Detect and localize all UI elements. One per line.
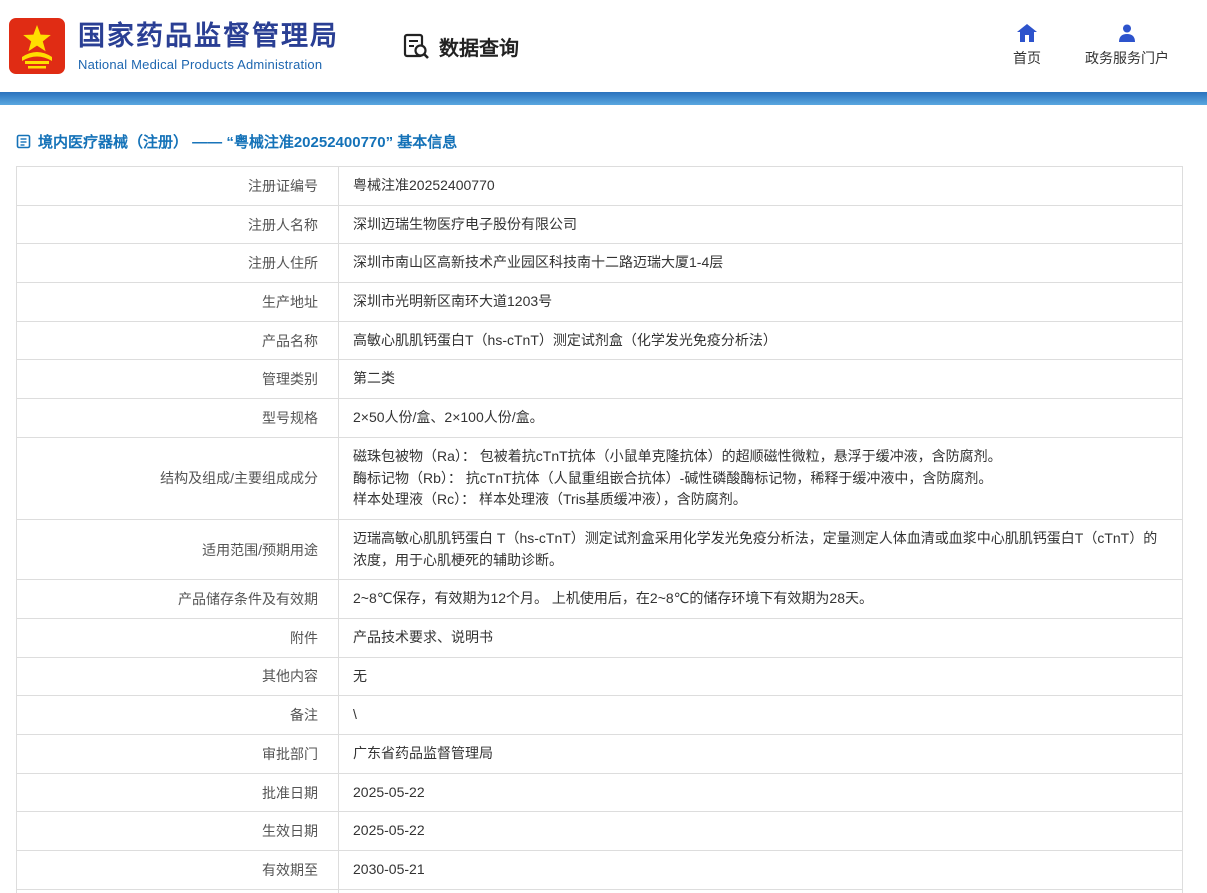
row-value: 深圳市南山区高新技术产业园区科技南十二路迈瑞大厦1-4层 (338, 243, 1183, 284)
registration-info-table: 注册证编号 粤械注准20252400770 注册人名称 深圳迈瑞生物医疗电子股份… (16, 166, 1183, 893)
brand-text: 国家药品监督管理局 National Medical Products Admi… (78, 20, 339, 71)
row-value: 高敏心肌肌钙蛋白T（hs-cTnT）测定试剂盒（化学发光免疫分析法） (338, 320, 1183, 361)
table-row: 注册人名称 深圳迈瑞生物医疗电子股份有限公司 (16, 204, 1183, 245)
row-value: 磁珠包被物（Ra）： 包被着抗cTnT抗体（小鼠单克隆抗体）的超顺磁性微粒，悬浮… (338, 436, 1183, 520)
table-row: 结构及组成/主要组成成分 磁珠包被物（Ra）： 包被着抗cTnT抗体（小鼠单克隆… (16, 436, 1183, 520)
data-query-heading: 数据查询 (401, 31, 519, 61)
row-label: 生产地址 (16, 282, 339, 322)
table-row: 适用范围/预期用途 迈瑞高敏心肌肌钙蛋白 T（hs-cTnT）测定试剂盒采用化学… (16, 518, 1183, 581)
breadcrumb-text: 境内医疗器械（注册） —— “粤械注准20252400770” 基本信息 (38, 134, 458, 151)
row-value: 无 (338, 656, 1183, 697)
row-value: 第二类 (338, 359, 1183, 400)
row-label: 其他内容 (16, 656, 339, 697)
site-title: 国家药品监督管理局 (78, 21, 339, 52)
nav-portal[interactable]: 政务服务门户 (1085, 24, 1169, 68)
row-label: 审批部门 (16, 734, 339, 774)
home-icon (1017, 24, 1037, 42)
row-value: 产品技术要求、说明书 (338, 617, 1183, 658)
row-label: 产品名称 (16, 320, 339, 361)
row-value: 迈瑞高敏心肌肌钙蛋白 T（hs-cTnT）测定试剂盒采用化学发光免疫分析法，定量… (338, 518, 1183, 581)
breadcrumb: 境内医疗器械（注册） —— “粤械注准20252400770” 基本信息 (16, 131, 1207, 152)
row-label: 备注 (16, 695, 339, 735)
row-label: 结构及组成/主要组成成分 (16, 436, 339, 520)
row-label: 附件 (16, 617, 339, 658)
row-label: 变更情况 (16, 888, 339, 893)
table-row: 注册证编号 粤械注准20252400770 (16, 166, 1183, 206)
header-divider-band (0, 92, 1207, 105)
table-row: 产品储存条件及有效期 2~8℃保存，有效期为12个月。 上机使用后，在2~8℃的… (16, 579, 1183, 619)
nav-home-label: 首页 (1013, 50, 1041, 66)
row-value: 2×50人份/盒、2×100人份/盒。 (338, 398, 1183, 438)
table-row: 变更情况 (16, 888, 1183, 893)
site-header: 国家药品监督管理局 National Medical Products Admi… (0, 0, 1207, 92)
document-icon (16, 134, 31, 149)
row-value: 2025-05-22 (338, 811, 1183, 852)
nav-home[interactable]: 首页 (1013, 24, 1041, 68)
table-row: 生效日期 2025-05-22 (16, 811, 1183, 852)
row-value (338, 888, 1183, 893)
brand: 国家药品监督管理局 National Medical Products Admi… (8, 17, 339, 75)
row-label: 注册人住所 (16, 243, 339, 284)
row-label: 注册证编号 (16, 166, 339, 206)
header-nav: 首页 政务服务门户 (1013, 24, 1169, 68)
row-label: 产品储存条件及有效期 (16, 579, 339, 619)
table-row: 管理类别 第二类 (16, 359, 1183, 400)
data-query-label: 数据查询 (439, 37, 519, 60)
row-value: 深圳市光明新区南环大道1203号 (338, 282, 1183, 322)
table-row: 有效期至 2030-05-21 (16, 850, 1183, 890)
table-row: 批准日期 2025-05-22 (16, 772, 1183, 813)
row-value: 深圳迈瑞生物医疗电子股份有限公司 (338, 204, 1183, 245)
row-label: 注册人名称 (16, 204, 339, 245)
nmpa-emblem-icon (9, 18, 65, 74)
row-label: 管理类别 (16, 359, 339, 400)
row-value: \ (338, 695, 1183, 735)
row-value: 2030-05-21 (338, 850, 1183, 890)
table-row: 产品名称 高敏心肌肌钙蛋白T（hs-cTnT）测定试剂盒（化学发光免疫分析法） (16, 320, 1183, 361)
row-label: 有效期至 (16, 850, 339, 890)
row-value: 粤械注准20252400770 (338, 166, 1183, 206)
row-value: 2025-05-22 (338, 772, 1183, 813)
table-row: 备注 \ (16, 695, 1183, 735)
row-value: 2~8℃保存，有效期为12个月。 上机使用后，在2~8℃的储存环境下有效期为28… (338, 579, 1183, 619)
data-query-icon (403, 33, 429, 59)
table-row: 生产地址 深圳市光明新区南环大道1203号 (16, 282, 1183, 322)
table-row: 型号规格 2×50人份/盒、2×100人份/盒。 (16, 398, 1183, 438)
table-row: 附件 产品技术要求、说明书 (16, 617, 1183, 658)
nav-portal-label: 政务服务门户 (1085, 50, 1169, 66)
row-label: 生效日期 (16, 811, 339, 852)
table-row: 审批部门 广东省药品监督管理局 (16, 734, 1183, 774)
site-subtitle: National Medical Products Administration (78, 56, 323, 72)
row-label: 批准日期 (16, 772, 339, 813)
row-value: 广东省药品监督管理局 (338, 734, 1183, 774)
user-icon (1119, 24, 1135, 42)
table-row: 注册人住所 深圳市南山区高新技术产业园区科技南十二路迈瑞大厦1-4层 (16, 243, 1183, 284)
row-label: 适用范围/预期用途 (16, 518, 339, 581)
row-label: 型号规格 (16, 398, 339, 438)
table-row: 其他内容 无 (16, 656, 1183, 697)
